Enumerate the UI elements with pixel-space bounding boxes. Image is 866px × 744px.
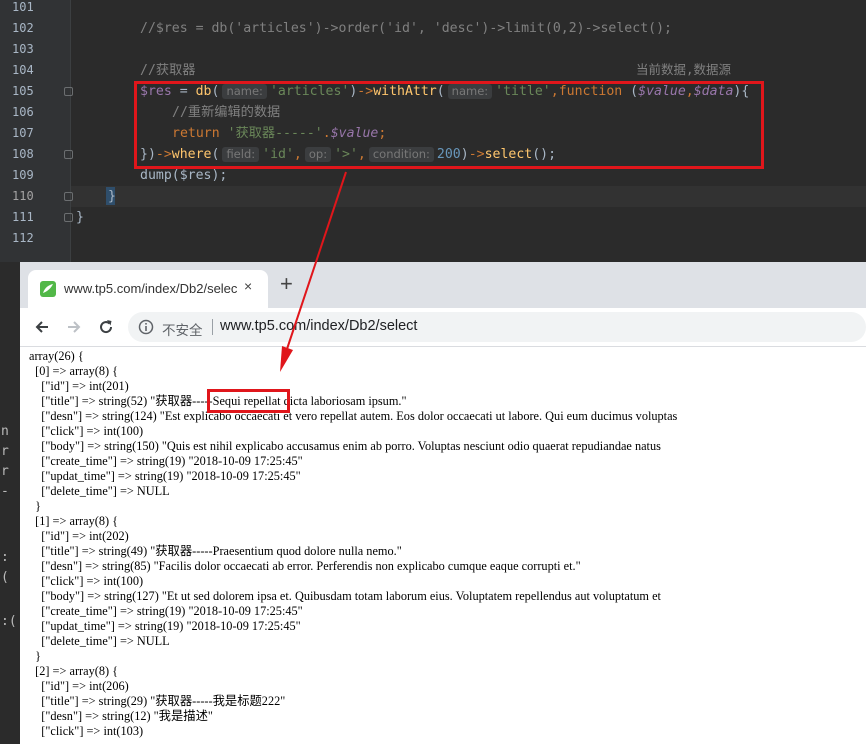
close-tab-icon[interactable]: × bbox=[244, 278, 252, 294]
output-line: [1] => array(8) { bbox=[29, 514, 119, 528]
output-line: ["click"] => int(100) bbox=[29, 574, 144, 588]
output-line: [0] => array(8) { bbox=[29, 364, 119, 378]
code-line-111: } bbox=[76, 210, 84, 225]
code-comment-right: 当前数据,数据源 bbox=[636, 62, 732, 77]
url-text[interactable]: www.tp5.com/index/Db2/select bbox=[220, 318, 417, 334]
output-line: ["delete_time"] => NULL bbox=[29, 634, 170, 648]
output-line: ["click"] => int(100) bbox=[29, 424, 144, 438]
line-number: 103 bbox=[12, 42, 34, 56]
console-char: : bbox=[1, 550, 9, 565]
fold-marker-icon[interactable] bbox=[64, 87, 73, 96]
browser-window: www.tp5.com/index/Db2/selec × + 不安全 www.… bbox=[20, 262, 866, 744]
line-number: 102 bbox=[12, 21, 34, 35]
tab-bar: www.tp5.com/index/Db2/selec × + bbox=[20, 262, 866, 308]
output-line: ["click"] => int(103) bbox=[29, 724, 144, 738]
current-line-highlight bbox=[71, 186, 866, 207]
browser-tab[interactable]: www.tp5.com/index/Db2/selec × bbox=[28, 270, 268, 308]
console-char: r bbox=[1, 464, 9, 479]
arrow-left-icon bbox=[35, 321, 48, 333]
address-bar[interactable]: 不安全 www.tp5.com/index/Db2/select bbox=[128, 312, 866, 342]
output-line: ["body"] => string(150) "Quis est nihil … bbox=[29, 439, 661, 453]
title-highlight-box bbox=[207, 389, 290, 413]
code-editor[interactable]: 101 102 103 104 105 106 107 108 109 110 … bbox=[0, 0, 866, 262]
arrow-right-icon bbox=[68, 321, 81, 333]
output-line: array(26) { bbox=[29, 349, 84, 363]
browser-toolbar: 不安全 www.tp5.com/index/Db2/select bbox=[20, 308, 866, 347]
fold-marker-icon[interactable] bbox=[64, 150, 73, 159]
output-line: ["delete_time"] => NULL bbox=[29, 484, 170, 498]
page-content: array(26) { [0] => array(8) { ["id"] => … bbox=[20, 347, 866, 744]
code-line-110: } bbox=[108, 189, 116, 204]
security-label[interactable]: 不安全 bbox=[162, 319, 203, 339]
output-line: ["create_time"] => string(19) "2018-10-0… bbox=[29, 604, 303, 618]
output-line: ["desn"] => string(85) "Facilis dolor oc… bbox=[29, 559, 581, 573]
line-number: 101 bbox=[12, 0, 34, 14]
console-char: n bbox=[1, 424, 9, 439]
new-tab-button[interactable]: + bbox=[280, 273, 293, 295]
forward-button[interactable] bbox=[61, 314, 87, 340]
output-line: ["body"] => string(127) "Et ut sed dolor… bbox=[29, 589, 661, 603]
line-number: 110 bbox=[12, 189, 34, 203]
output-line: ["create_time"] => string(19) "2018-10-0… bbox=[29, 454, 303, 468]
reload-button[interactable] bbox=[93, 314, 119, 340]
line-number: 105 bbox=[12, 84, 34, 98]
output-line: ["title"] => string(49) "获取器-----Praesen… bbox=[29, 544, 402, 558]
line-number: 109 bbox=[12, 168, 34, 182]
output-line: ["updat_time"] => string(19) "2018-10-09… bbox=[29, 469, 301, 483]
line-number: 108 bbox=[12, 147, 34, 161]
code-line-102: //$res = db('articles')->order('id', 'de… bbox=[140, 21, 672, 36]
line-number: 107 bbox=[12, 126, 34, 140]
output-line: } bbox=[29, 649, 42, 663]
output-line: ["desn"] => string(124) "Est explicabo o… bbox=[29, 409, 678, 423]
code-line-104: //获取器 bbox=[140, 63, 196, 78]
fold-marker-icon[interactable] bbox=[64, 192, 73, 201]
output-line: ["id"] => int(206) bbox=[29, 679, 129, 693]
output-line: } bbox=[29, 499, 42, 513]
reload-icon bbox=[100, 320, 113, 334]
output-line: ["id"] => int(201) bbox=[29, 379, 129, 393]
back-button[interactable] bbox=[29, 314, 55, 340]
output-line: [2] => array(8) { bbox=[29, 664, 119, 678]
console-char: :( bbox=[1, 614, 17, 629]
line-number: 104 bbox=[12, 63, 34, 77]
console-char: - bbox=[1, 484, 9, 499]
site-favicon-icon bbox=[40, 281, 56, 297]
tab-title: www.tp5.com/index/Db2/selec bbox=[64, 281, 238, 296]
output-line: ["updat_time"] => string(19) "2018-10-09… bbox=[29, 619, 301, 633]
line-number: 106 bbox=[12, 105, 34, 119]
line-number: 111 bbox=[12, 210, 34, 224]
console-panel-edge: n r r - : ( :( bbox=[0, 262, 20, 744]
gutter-separator bbox=[70, 0, 71, 262]
omnibox-divider bbox=[212, 319, 213, 335]
output-line: ["title"] => string(29) "获取器-----我是标题222… bbox=[29, 694, 286, 708]
console-char: ( bbox=[1, 570, 9, 585]
info-icon[interactable] bbox=[138, 319, 154, 335]
output-line: ["id"] => int(202) bbox=[29, 529, 129, 543]
console-char: r bbox=[1, 444, 9, 459]
line-number: 112 bbox=[12, 231, 34, 245]
code-highlight-box bbox=[134, 81, 764, 169]
output-line: ["desn"] => string(12) "我是描述" bbox=[29, 709, 213, 723]
fold-marker-icon[interactable] bbox=[64, 213, 73, 222]
